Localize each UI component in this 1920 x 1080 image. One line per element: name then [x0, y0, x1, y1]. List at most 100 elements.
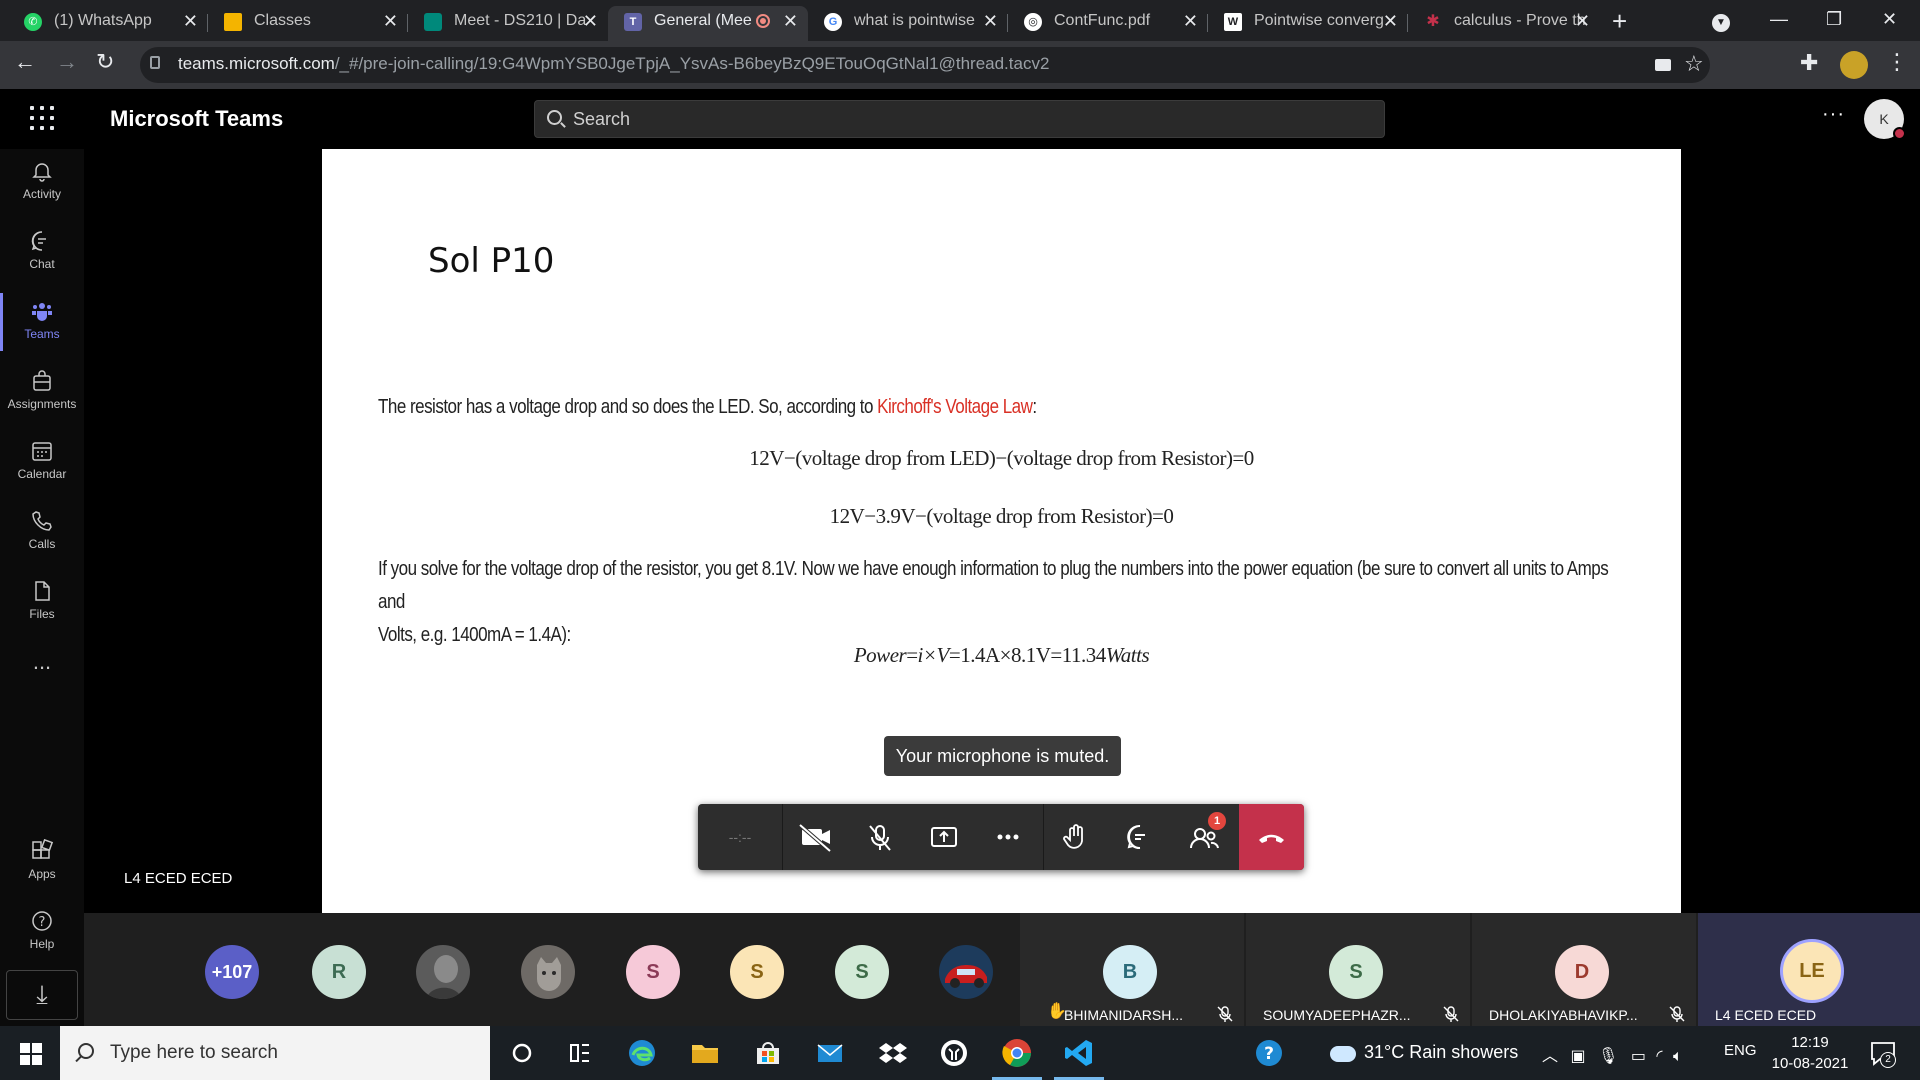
- equation-2: 12V−3.9V−(voltage drop from Resistor)=0: [829, 504, 1174, 528]
- address-bar[interactable]: teams.microsoft.com/_#/pre-join-calling/…: [140, 47, 1710, 83]
- browser-tab-contfunc-pdf[interactable]: ◎ ContFunc.pdf ✕: [1008, 6, 1208, 41]
- rail-item-teams[interactable]: Teams: [0, 289, 84, 359]
- participant-name: SOUMYADEEPHAZR...: [1263, 1007, 1411, 1023]
- participant-tile[interactable]: D DHOLAKIYABHAVIKP...: [1472, 913, 1696, 1026]
- participant-avatar-cat-photo[interactable]: [521, 945, 575, 999]
- camera-icon[interactable]: [1655, 59, 1671, 71]
- chat-button[interactable]: [1108, 804, 1172, 870]
- taskbar-search-input[interactable]: Type here to search: [60, 1026, 490, 1080]
- browser-tab-google-search[interactable]: G what is pointwise ✕: [808, 6, 1008, 41]
- clock[interactable]: 12:19 10-08-2021: [1770, 1032, 1850, 1074]
- browser-tab-stackexchange[interactable]: ✱ calculus - Prove th ✕: [1408, 6, 1600, 41]
- help-icon[interactable]: ?: [1252, 1036, 1286, 1070]
- participant-tile-self[interactable]: LE L4 ECED ECED: [1698, 913, 1920, 1026]
- close-icon[interactable]: ✕: [783, 6, 798, 36]
- browser-tab-teams-general[interactable]: T General (Mee ✕: [608, 6, 808, 41]
- profile-avatar[interactable]: [1840, 51, 1868, 79]
- participant-tile[interactable]: B ✋ BHIMANIDARSH...: [1020, 913, 1244, 1026]
- browser-tab-wikipedia[interactable]: W Pointwise converg ✕: [1208, 6, 1408, 41]
- reload-button[interactable]: ↻: [96, 49, 114, 75]
- edge-icon[interactable]: [625, 1036, 659, 1070]
- back-button[interactable]: ←: [14, 49, 36, 75]
- chat-icon: [1127, 824, 1145, 850]
- rail-label: Apps: [28, 867, 56, 881]
- forward-button[interactable]: →: [56, 49, 78, 75]
- restore-button[interactable]: ❐: [1826, 4, 1842, 34]
- store-icon[interactable]: [751, 1036, 785, 1070]
- notification-center-button[interactable]: 2: [1868, 1038, 1898, 1068]
- paragraph-text: :: [1032, 396, 1037, 418]
- participant-avatar-s[interactable]: S: [730, 945, 784, 999]
- participant-avatar-r[interactable]: R: [312, 945, 366, 999]
- weather-widget[interactable]: 31°C Rain showers: [1330, 1042, 1518, 1063]
- browser-menu-icon[interactable]: ⋮: [1886, 49, 1908, 75]
- participants-button[interactable]: 1: [1172, 804, 1236, 870]
- url-text: teams.microsoft.com/_#/pre-join-calling/…: [178, 54, 1049, 74]
- tray-icons[interactable]: ︿ ▣ 🎙︎ ▭ ◜ 🔈︎: [1542, 1042, 1683, 1066]
- participant-avatar-photo[interactable]: [416, 945, 470, 999]
- task-view-icon[interactable]: [563, 1036, 597, 1070]
- more-icon: ...: [32, 649, 52, 674]
- vscode-icon[interactable]: [1054, 1036, 1104, 1080]
- rail-item-more[interactable]: ...: [0, 649, 84, 719]
- participant-avatar-car-photo[interactable]: [939, 945, 993, 999]
- close-icon[interactable]: ✕: [1383, 6, 1398, 36]
- rail-item-help[interactable]: ? Help: [0, 899, 84, 969]
- mic-off-icon: [1669, 1006, 1685, 1022]
- rail-item-calendar[interactable]: Calendar: [0, 429, 84, 499]
- participant-name: BHIMANIDARSH...: [1064, 1007, 1184, 1023]
- wikipedia-icon: W: [1224, 13, 1242, 31]
- share-screen-button[interactable]: [912, 804, 976, 870]
- mic-toggle-button[interactable]: [848, 804, 912, 870]
- search-input[interactable]: Search: [534, 100, 1385, 138]
- rail-item-files[interactable]: Files: [0, 569, 84, 639]
- browser-tab-classes[interactable]: Classes ✕: [208, 6, 408, 41]
- star-icon[interactable]: ☆: [1684, 51, 1704, 77]
- browser-tab-whatsapp[interactable]: ✆ (1) WhatsApp ✕: [8, 6, 208, 41]
- close-icon[interactable]: ✕: [183, 6, 198, 36]
- close-icon[interactable]: ✕: [583, 6, 598, 36]
- dropbox-icon[interactable]: [876, 1036, 910, 1070]
- participant-avatar: B: [1103, 945, 1157, 999]
- assignments-icon: [30, 369, 54, 393]
- rail-label: Files: [29, 607, 55, 621]
- browser-tab-meet[interactable]: Meet - DS210 | Da ✕: [408, 6, 608, 41]
- rail-item-calls[interactable]: Calls: [0, 499, 84, 569]
- participant-avatar-s[interactable]: S: [626, 945, 680, 999]
- extensions-icon[interactable]: ✚: [1800, 50, 1818, 76]
- more-actions-button[interactable]: [976, 804, 1040, 870]
- cortana-icon[interactable]: [505, 1036, 539, 1070]
- close-icon[interactable]: ✕: [983, 6, 998, 36]
- chrome-icon[interactable]: [992, 1036, 1042, 1080]
- mail-icon[interactable]: [813, 1036, 847, 1070]
- close-icon[interactable]: ✕: [1575, 6, 1590, 36]
- more-options-icon[interactable]: ···: [1822, 103, 1845, 126]
- app-launcher-icon[interactable]: [30, 106, 54, 130]
- rail-item-activity[interactable]: Activity: [0, 149, 84, 219]
- microphone-icon: 🎙︎: [1598, 1048, 1619, 1065]
- svg-text:?: ?: [39, 915, 46, 930]
- file-explorer-icon[interactable]: [688, 1036, 722, 1070]
- windows-start-button[interactable]: [20, 1043, 42, 1065]
- new-tab-button[interactable]: +: [1612, 6, 1627, 36]
- leave-call-button[interactable]: [1239, 804, 1304, 870]
- close-icon[interactable]: ✕: [383, 6, 398, 36]
- close-icon[interactable]: ✕: [1183, 6, 1198, 36]
- language-indicator[interactable]: ENG: [1724, 1042, 1757, 1059]
- download-button[interactable]: ⤓: [6, 970, 78, 1020]
- github-icon[interactable]: [937, 1036, 971, 1070]
- close-window-button[interactable]: ✕: [1882, 4, 1897, 34]
- rail-item-assignments[interactable]: Assignments: [0, 359, 84, 429]
- camera-toggle-button[interactable]: [784, 804, 848, 870]
- volume-icon: 🔈︎: [1673, 1048, 1683, 1065]
- user-avatar[interactable]: K: [1864, 99, 1906, 140]
- tab-search-button[interactable]: ▼: [1712, 4, 1730, 34]
- rail-item-apps[interactable]: Apps: [0, 829, 84, 899]
- participant-avatar-s[interactable]: S: [835, 945, 889, 999]
- rail-item-chat[interactable]: Chat: [0, 219, 84, 289]
- minimize-button[interactable]: —: [1770, 4, 1788, 34]
- more-participants-button[interactable]: +107: [205, 945, 259, 999]
- participant-tile[interactable]: S SOUMYADEEPHAZR...: [1246, 913, 1470, 1026]
- paragraph-line: If you solve for the voltage drop of the…: [378, 558, 1609, 613]
- raise-hand-button[interactable]: [1044, 804, 1108, 870]
